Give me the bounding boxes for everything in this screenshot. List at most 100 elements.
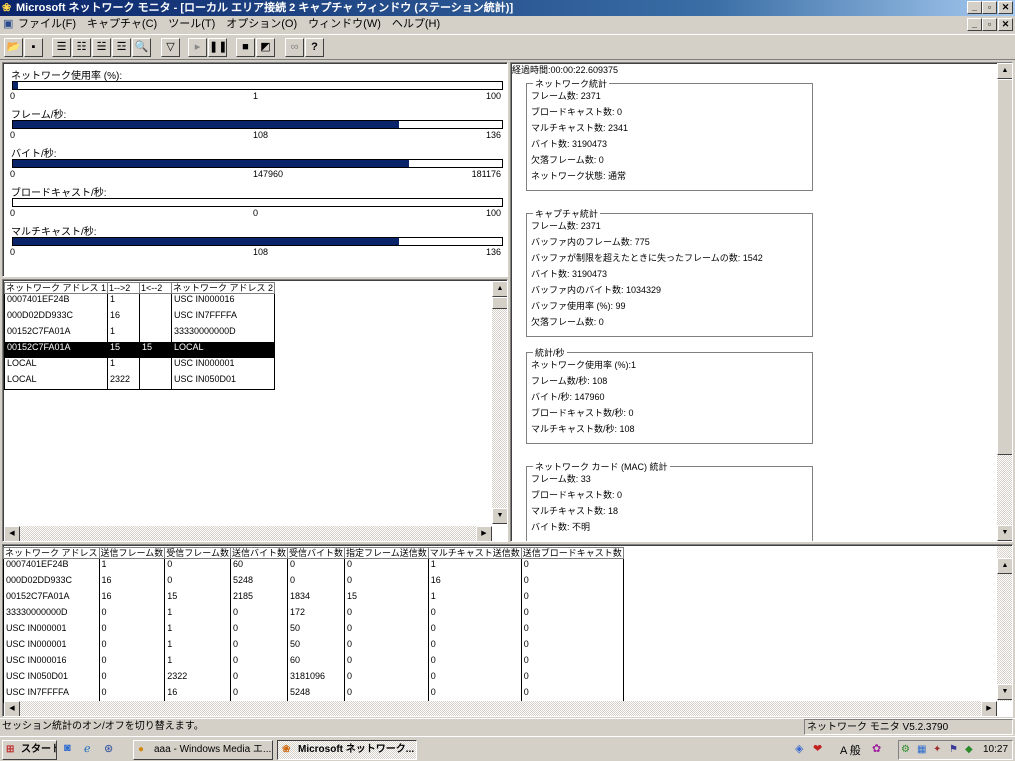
scroll-right-arrow-icon[interactable]: ▶ xyxy=(981,701,997,716)
station-vscroll[interactable]: ▲ ▼ xyxy=(997,546,1012,701)
stats-vscroll[interactable]: ▲ ▼ xyxy=(997,63,1012,541)
table-cell: 5248 xyxy=(229,574,289,591)
network-icon[interactable]: ⚙ xyxy=(901,741,910,759)
station-table: ネットワーク アドレス 送信フレーム数 受信フレーム数 送信バイト数 受信バイト数 指定フ… xyxy=(3,547,624,703)
session-vscroll[interactable]: ▲ ▼ xyxy=(492,281,507,524)
scroll-up-arrow-icon[interactable]: ▲ xyxy=(997,558,1012,574)
scroll-up-arrow-icon[interactable]: ▲ xyxy=(492,281,507,297)
maximize-button[interactable]: ▫ xyxy=(982,1,997,14)
table-row[interactable]: 33330000000D 0 1 0 172 0 0 0 xyxy=(3,606,624,623)
ime-pad-icon[interactable]: ✿ xyxy=(872,742,881,755)
child-minimize-button[interactable]: _ xyxy=(967,18,982,31)
table-row[interactable]: 00152C7FA01A 15 15 LOCAL xyxy=(3,341,276,358)
table-row[interactable]: 00152C7FA01A 1 33330000000D xyxy=(3,325,276,342)
table-row[interactable]: LOCAL 1 USC IN000001 xyxy=(3,357,276,374)
open-icon[interactable]: 📂 xyxy=(4,38,23,57)
table-row[interactable]: USC IN000001 0 1 0 50 0 0 0 xyxy=(3,638,624,655)
table-row[interactable]: USC IN000016 0 1 0 60 0 0 0 xyxy=(3,654,624,671)
table-row[interactable]: 0007401EF24B 1 USC IN000016 xyxy=(3,293,276,310)
tray-app-icon[interactable]: ⚑ xyxy=(949,741,958,759)
column-header[interactable]: ネットワーク アドレス 1 xyxy=(3,282,109,294)
menu-window[interactable]: ウィンドウ(W) xyxy=(308,16,381,33)
ie-icon[interactable]: ℯ xyxy=(84,742,91,755)
menu-tools[interactable]: ツール(T) xyxy=(168,16,215,33)
filter-icon[interactable]: ▽ xyxy=(161,38,180,57)
column-header[interactable]: ネットワーク アドレス xyxy=(3,547,100,559)
help-icon[interactable]: ? xyxy=(305,38,324,57)
menu-help[interactable]: ヘルプ(H) xyxy=(392,16,440,33)
ime-icon[interactable]: ❤ xyxy=(813,742,822,755)
table-cell xyxy=(139,309,173,326)
task-media-player[interactable]: ● aaa - Windows Media エ... xyxy=(133,740,273,760)
table-row[interactable]: 000D02DD933C 16 0 5248 0 0 16 0 xyxy=(3,574,624,591)
table-cell xyxy=(139,373,173,390)
scroll-down-arrow-icon[interactable]: ▼ xyxy=(492,508,507,524)
close-button[interactable]: ✕ xyxy=(998,1,1013,14)
session-hscroll[interactable]: ◀ ▶ xyxy=(4,526,492,541)
scroll-down-arrow-icon[interactable]: ▼ xyxy=(997,525,1012,541)
stop-and-view-icon[interactable]: ◩ xyxy=(256,38,275,57)
table-cell: 0 xyxy=(427,606,522,623)
menu-options[interactable]: オプション(O) xyxy=(226,16,297,33)
child-restore-button[interactable]: ▫ xyxy=(982,18,997,31)
scroll-right-arrow-icon[interactable]: ▶ xyxy=(476,526,492,541)
child-close-button[interactable]: ✕ xyxy=(998,18,1013,31)
table-cell: 0 xyxy=(344,622,429,639)
session-pane: ネットワーク アドレス 1 1-->2 1<--2 ネットワーク アドレス 2 000… xyxy=(2,279,508,542)
document-icon[interactable]: ▣ xyxy=(3,18,15,30)
table-row[interactable]: LOCAL 2322 USC IN050D01 xyxy=(3,373,276,390)
frames-per-sec-scale-current: 108 xyxy=(253,130,269,140)
pane-station-icon[interactable]: ☱ xyxy=(92,38,111,57)
station-hscroll[interactable]: ◀ ▶ xyxy=(4,701,997,716)
table-cell: 16 xyxy=(98,574,166,591)
menu-file[interactable]: ファイル(F) xyxy=(18,16,76,33)
column-header[interactable]: 送信バイト数 xyxy=(229,547,289,559)
antivirus-icon[interactable]: ◆ xyxy=(965,741,973,759)
table-row[interactable]: 0007401EF24B 1 0 60 0 0 1 0 xyxy=(3,558,624,575)
column-header[interactable]: 受信フレーム数 xyxy=(164,547,231,559)
save-icon[interactable]: ▪ xyxy=(24,38,43,57)
stat-line: バイト数: 不明 xyxy=(531,522,591,532)
network-connection-icon[interactable]: ▦ xyxy=(917,741,926,759)
language-bar-icon[interactable]: ◈ xyxy=(795,742,803,755)
magnify-icon[interactable]: 🔍 xyxy=(132,38,151,57)
table-row[interactable]: USC IN050D01 0 2322 0 3181096 0 0 0 xyxy=(3,670,624,687)
view-capture-icon[interactable]: ∞ xyxy=(285,38,304,57)
table-cell: USC IN000016 xyxy=(171,293,276,310)
minimize-button[interactable]: _ xyxy=(967,1,982,14)
show-desktop-icon[interactable]: ◙ xyxy=(64,742,71,754)
scroll-up-arrow-icon[interactable]: ▲ xyxy=(997,63,1012,79)
table-row[interactable]: USC IN000001 0 1 0 50 0 0 0 xyxy=(3,622,624,639)
scroll-down-arrow-icon[interactable]: ▼ xyxy=(997,684,1012,700)
security-icon[interactable]: ✦ xyxy=(933,741,941,759)
scroll-thumb[interactable] xyxy=(997,79,1012,455)
column-header[interactable]: 送信フレーム数 xyxy=(98,547,166,559)
pane-total-icon[interactable]: ☲ xyxy=(112,38,131,57)
table-cell: 0 xyxy=(229,654,289,671)
scroll-thumb[interactable] xyxy=(492,297,507,309)
media-player-icon[interactable]: ⊛ xyxy=(104,742,113,755)
column-header[interactable]: ネットワーク アドレス 2 xyxy=(171,282,276,294)
column-header[interactable]: マルチキャスト送信数 xyxy=(427,547,522,559)
column-header[interactable]: 1<--2 xyxy=(139,282,173,294)
ime-mode[interactable]: A 般 xyxy=(840,742,861,758)
stop-capture-icon[interactable]: ■ xyxy=(236,38,255,57)
scroll-left-arrow-icon[interactable]: ◀ xyxy=(4,526,20,541)
pause-capture-icon[interactable]: ❚❚ xyxy=(208,38,227,57)
task-network-monitor[interactable]: ❀ Microsoft ネットワーク... xyxy=(277,740,417,760)
table-cell: 0 xyxy=(344,558,429,575)
column-header[interactable]: 送信ブロードキャスト数 xyxy=(520,547,624,559)
column-header[interactable]: 1-->2 xyxy=(107,282,141,294)
menu-capture[interactable]: キャプチャ(C) xyxy=(87,16,157,33)
scroll-left-arrow-icon[interactable]: ◀ xyxy=(4,701,20,716)
column-header[interactable]: 受信バイト数 xyxy=(286,547,346,559)
network-utilization-bar-fill xyxy=(13,82,18,89)
pane-graph-icon[interactable]: ☰ xyxy=(52,38,71,57)
table-row[interactable]: 000D02DD933C 16 USC IN7FFFFA xyxy=(3,309,276,326)
start-button[interactable]: ⊞ スタート xyxy=(2,740,57,760)
pane-session-icon[interactable]: ☷ xyxy=(72,38,91,57)
column-header[interactable]: 指定フレーム送信数 xyxy=(344,547,429,559)
table-row[interactable]: 00152C7FA01A 16 15 2185 1834 15 1 0 xyxy=(3,590,624,607)
start-capture-icon[interactable]: ▸ xyxy=(188,38,207,57)
table-cell: 0 xyxy=(286,558,346,575)
